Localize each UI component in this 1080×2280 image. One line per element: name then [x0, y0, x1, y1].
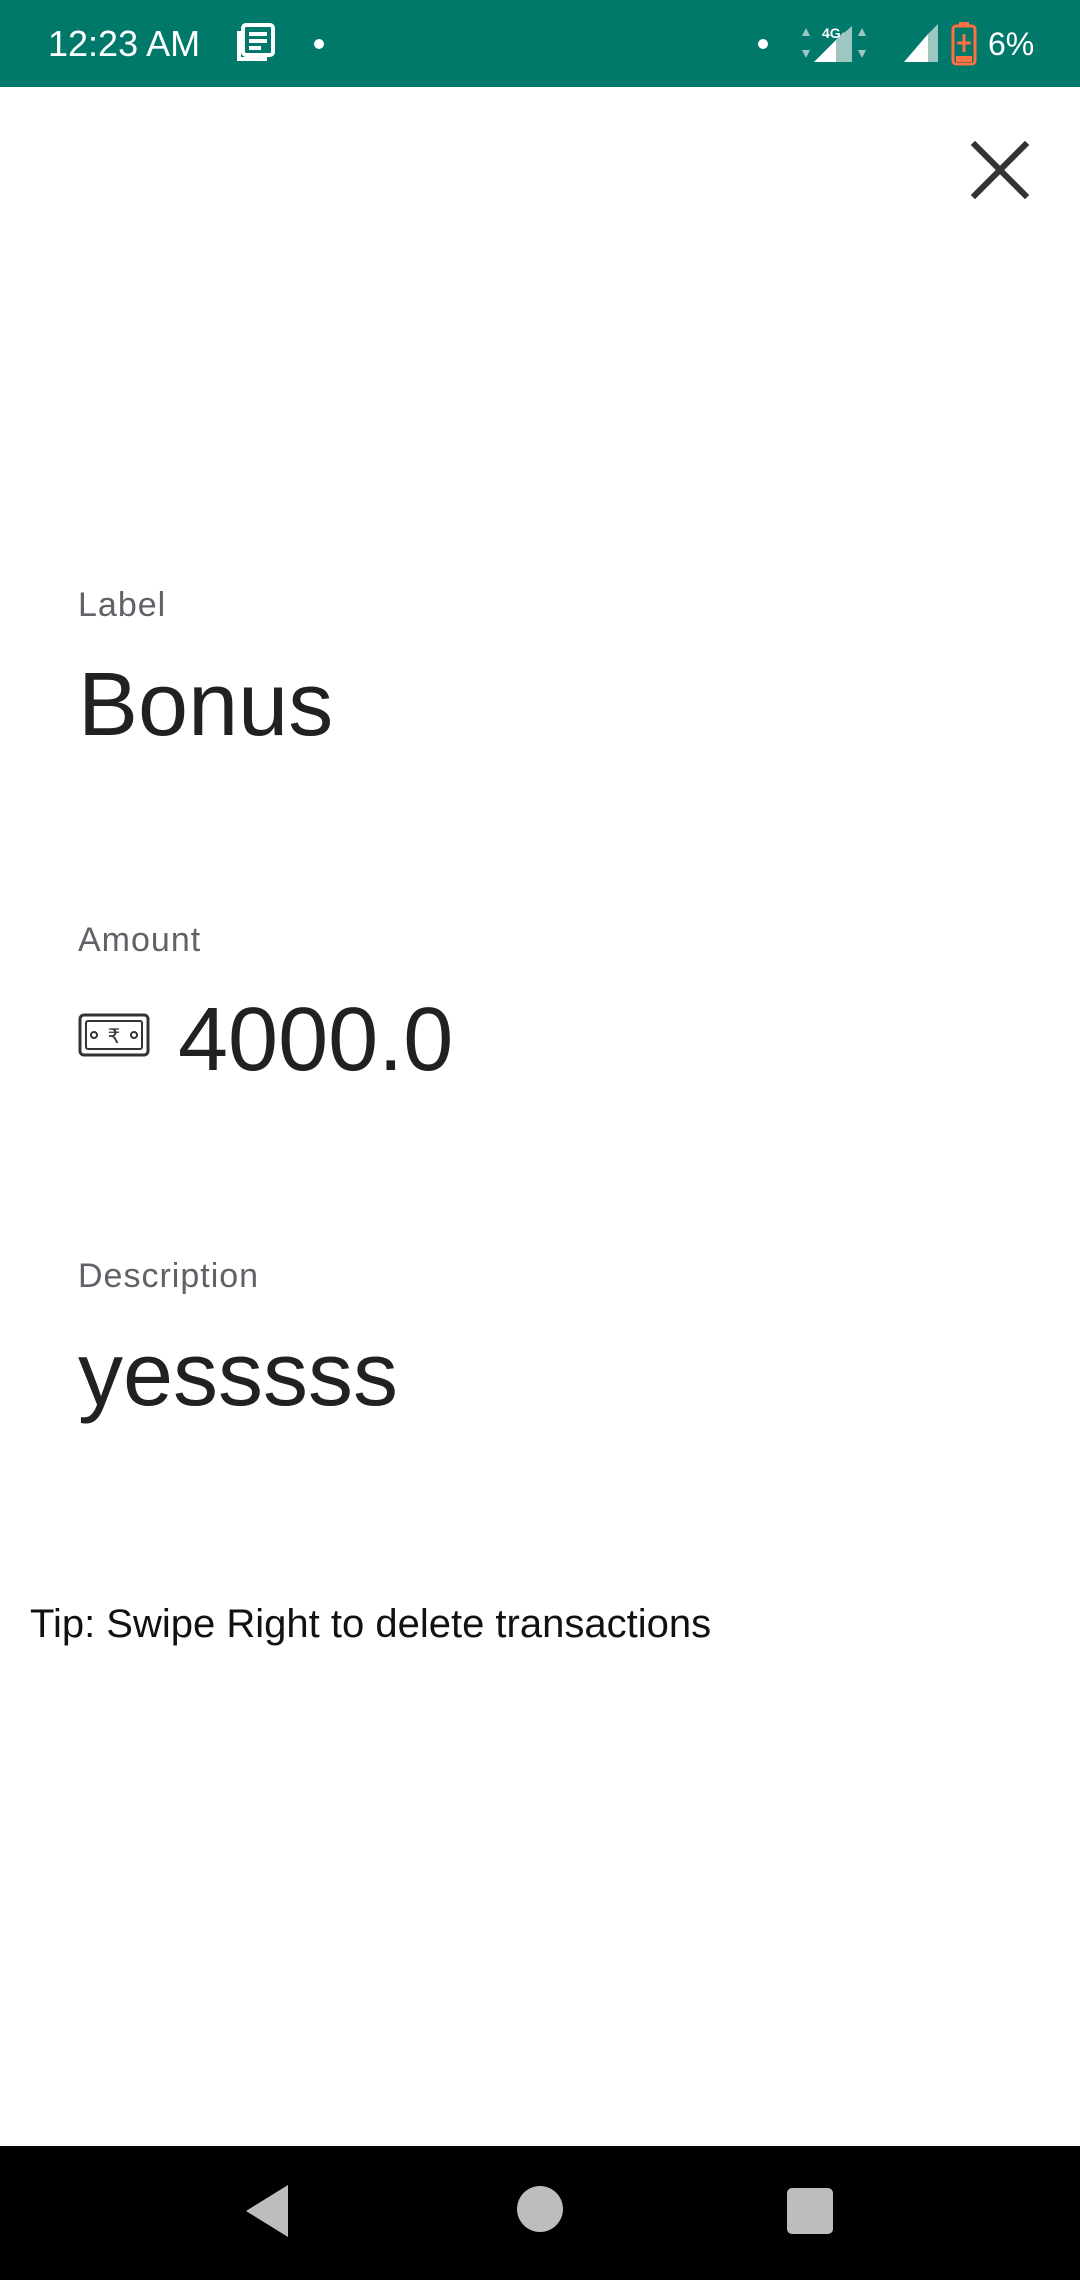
- description-value: yesssss: [78, 1325, 399, 1425]
- home-icon[interactable]: [517, 2186, 563, 2232]
- recents-icon[interactable]: [787, 2188, 833, 2234]
- rupee-note-icon: ₹: [78, 1013, 150, 1057]
- svg-text:₹: ₹: [108, 1024, 121, 1048]
- tip-text: Tip: Swipe Right to delete transactions: [30, 1602, 712, 1646]
- battery-percentage: 6%: [988, 26, 1035, 62]
- amount-value: 4000.0: [178, 990, 454, 1090]
- battery-icon: [951, 20, 977, 66]
- notification-dot: [314, 39, 324, 49]
- status-time: 12:23 AM: [48, 23, 201, 64]
- notification-dot: [758, 39, 768, 49]
- status-bar: 12:23 AM 4G 6%: [0, 0, 1080, 87]
- navigation-bar: [0, 2146, 1080, 2280]
- signal-icon: 4G: [800, 22, 870, 64]
- close-button[interactable]: [960, 130, 1040, 210]
- news-icon: [236, 22, 276, 62]
- label-value: Bonus: [78, 655, 334, 755]
- label-caption: Label: [78, 586, 167, 624]
- signal-icon: [902, 22, 942, 64]
- amount-caption: Amount: [78, 921, 202, 959]
- description-caption: Description: [78, 1257, 260, 1295]
- back-icon[interactable]: [242, 2182, 292, 2240]
- close-icon: [971, 141, 1029, 199]
- transaction-detail-screen: 12:23 AM 4G 6% Label Bonus Amount ₹ 4000…: [0, 0, 1080, 2280]
